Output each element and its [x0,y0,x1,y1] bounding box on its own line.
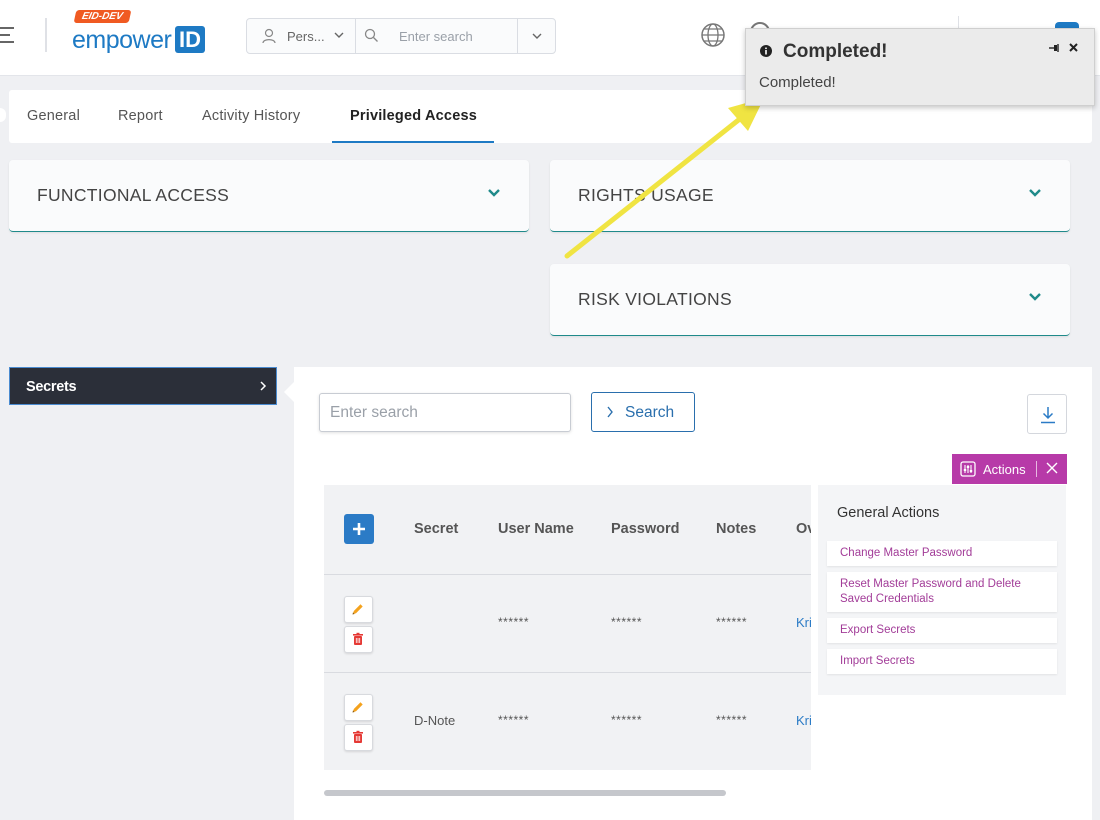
info-icon [760,45,772,57]
chevron-down-icon [334,32,344,38]
chevron-down-icon [1029,189,1041,197]
hamburger-menu-icon[interactable] [0,27,14,45]
menu-item-export-secrets[interactable]: Export Secrets [827,618,1057,643]
download-icon [1041,407,1055,424]
global-search-options-button[interactable] [517,19,556,53]
cell-secret: D-Note [414,713,456,728]
column-header-notes[interactable]: Notes [716,521,756,537]
actions-separator [1036,461,1037,477]
chevron-down-icon [1029,293,1041,301]
edit-button[interactable] [344,596,373,623]
tab-privileged-access[interactable]: Privileged Access [332,90,494,143]
global-search: Pers... [246,18,556,54]
tabs-notch [0,108,6,122]
general-actions-menu: General Actions Change Master Password R… [818,485,1066,695]
menu-item-import-secrets[interactable]: Import Secrets [827,649,1057,674]
download-button[interactable] [1027,394,1067,434]
table-row: ****** ****** ****** Kri [324,575,811,673]
cell-user-name: ****** [498,615,530,629]
accordion-title: RISK VIOLATIONS [578,289,732,309]
toast-message: Completed! [759,74,836,91]
trash-icon [353,632,363,645]
cell-password: ****** [611,713,643,727]
search-icon [364,28,378,42]
accordion-title: RIGHTS USAGE [578,185,714,205]
actions-label: Actions [983,462,1026,477]
pencil-icon [352,604,363,615]
toast-notification: Completed! Completed! [745,28,1095,106]
close-icon[interactable] [1045,461,1059,475]
actions-toggle-button[interactable]: Actions [952,454,1067,484]
accordion-rights-usage[interactable]: RIGHTS USAGE [550,160,1070,232]
trash-icon [353,730,363,743]
cell-user-name: ****** [498,713,530,727]
tab-activity-history[interactable]: Activity History [202,90,300,143]
cell-notes: ****** [716,615,748,629]
cell-owner-link[interactable]: Kri [796,713,811,728]
panel-pointer [284,382,294,402]
add-secret-button[interactable] [344,514,374,544]
edit-button[interactable] [344,694,373,721]
logo-id-mark: ID [175,26,205,53]
global-search-input[interactable] [397,25,511,47]
column-header-owner[interactable]: Ov [796,521,811,537]
pin-icon[interactable] [1048,43,1060,53]
menu-item-reset-master-password[interactable]: Reset Master Password and Delete Saved C… [827,572,1057,612]
general-actions-title: General Actions [837,505,940,521]
secrets-table: Secret User Name Password Notes Ov *****… [324,485,811,770]
person-icon [262,28,276,44]
column-header-secret[interactable]: Secret [414,521,458,537]
search-button[interactable]: Search [591,392,695,432]
horizontal-scrollbar[interactable] [324,790,726,796]
close-icon[interactable] [1068,42,1079,53]
search-scope-label: Pers... [287,29,325,44]
search-scope-select[interactable]: Pers... [247,19,356,53]
empowerid-logo[interactable]: EID-DEV empower ID [72,10,207,55]
toast-title: Completed! [783,41,888,62]
menu-item-change-master-password[interactable]: Change Master Password [827,541,1057,566]
tab-report[interactable]: Report [118,90,163,143]
cell-password: ****** [611,615,643,629]
table-row: D-Note ****** ****** ****** Kri [324,673,811,770]
environment-badge: EID-DEV [73,10,131,23]
accordion-functional-access[interactable]: FUNCTIONAL ACCESS [9,160,529,232]
logo-text: empower [72,26,172,54]
delete-button[interactable] [344,724,373,751]
chevron-down-icon [532,33,542,39]
tab-general[interactable]: General [27,90,80,143]
header-divider [45,18,47,52]
search-button-label: Search [625,404,675,421]
delete-button[interactable] [344,626,373,653]
chevron-down-icon [488,189,500,197]
column-header-user-name[interactable]: User Name [498,521,574,537]
secrets-search-input[interactable] [319,393,571,432]
chevron-right-icon [260,381,267,391]
cell-owner-link[interactable]: Kri [796,615,811,630]
table-header: Secret User Name Password Notes Ov [324,485,811,575]
pencil-icon [352,702,363,713]
column-header-password[interactable]: Password [611,521,680,537]
globe-icon[interactable] [700,22,726,48]
chevron-right-icon [607,406,613,418]
accordion-risk-violations[interactable]: RISK VIOLATIONS [550,264,1070,336]
sliders-icon [960,461,976,477]
sidebar-item-secrets[interactable]: Secrets [9,367,277,405]
plus-icon [353,523,365,535]
sidebar-item-label: Secrets [26,379,77,395]
accordion-title: FUNCTIONAL ACCESS [37,185,230,205]
cell-notes: ****** [716,713,748,727]
